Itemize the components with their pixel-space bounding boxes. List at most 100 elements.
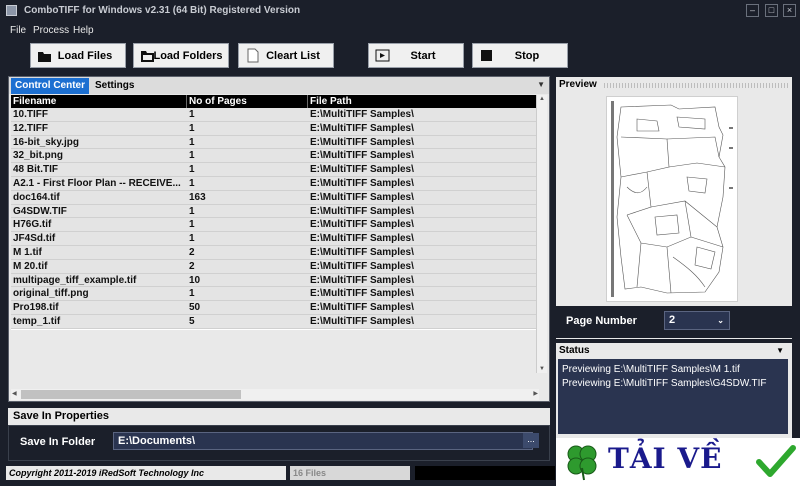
status-panel: Status ▼ Previewing E:\MultiTIFF Samples…	[556, 343, 792, 438]
start-label: Start	[410, 49, 436, 62]
watermark-text: TẢI VỀ	[608, 442, 723, 475]
cell-filename: multipage_tiff_example.tif	[13, 274, 137, 286]
cell-path: E:\MultiTIFF Samples\	[310, 233, 414, 245]
cell-filename: original_tiff.png	[13, 288, 89, 300]
column-path[interactable]: File Path	[308, 95, 539, 108]
menu-process[interactable]: Process	[33, 25, 69, 36]
stop-label: Stop	[514, 49, 540, 62]
cell-path: E:\MultiTIFF Samples\	[310, 178, 414, 189]
page-number-bar: Page Number 2 ⌄	[556, 306, 792, 338]
checkmark-icon	[756, 445, 796, 477]
cell-filename: doc164.tif	[13, 191, 60, 203]
browse-button[interactable]: ...	[523, 433, 539, 448]
table-row[interactable]: 12.TIFF 1 E:\MultiTIFF Samples\	[11, 121, 539, 136]
table-row[interactable]: 48 Bit.TIF 1 E:\MultiTIFF Samples\	[11, 163, 539, 177]
page-number-value: 2	[669, 314, 676, 326]
close-button[interactable]: ×	[783, 4, 796, 17]
load-folders-button[interactable]: Load Folders	[133, 43, 229, 68]
cell-filename: 32_bit.png	[13, 150, 64, 162]
scroll-down-icon[interactable]: ▼	[539, 366, 545, 372]
horizontal-scroll-thumb[interactable]	[21, 390, 241, 399]
preview-image	[606, 96, 738, 302]
table-row[interactable]: H76G.tif 1 E:\MultiTIFF Samples\	[11, 218, 539, 233]
scroll-right-icon[interactable]: ▶	[533, 390, 538, 397]
status-menu-icon[interactable]: ▼	[776, 343, 784, 359]
tab-settings[interactable]: Settings	[91, 78, 138, 94]
cell-pages: 1	[189, 164, 195, 176]
horizontal-scrollbar[interactable]: ◀ ▶	[11, 389, 539, 400]
cell-path: E:\MultiTIFF Samples\	[310, 316, 414, 327]
copyright-text: Copyright 2011-2019 iRedSoft Technology …	[6, 466, 286, 480]
cell-filename: temp_1.tif	[13, 316, 61, 327]
menu-help[interactable]: Help	[73, 25, 94, 36]
document-icon	[247, 48, 259, 63]
table-row[interactable]: JF4Sd.tif 1 E:\MultiTIFF Samples\	[11, 232, 539, 246]
vertical-scrollbar[interactable]: ▲ ▼	[536, 95, 547, 373]
scroll-up-icon[interactable]: ▲	[539, 96, 545, 102]
cell-pages: 5	[189, 316, 195, 327]
stop-button[interactable]: Stop	[472, 43, 568, 68]
status-header: Status ▼	[556, 343, 792, 359]
tab-menu-icon[interactable]: ▼	[537, 80, 545, 89]
cell-filename: Pro198.tif	[13, 302, 59, 314]
folder-open-icon	[141, 51, 154, 62]
status-bar-progress	[415, 466, 555, 480]
cell-path: E:\MultiTIFF Samples\	[310, 109, 414, 120]
table-row[interactable]: 16-bit_sky.jpg 1 E:\MultiTIFF Samples\	[11, 135, 539, 150]
cell-path: E:\MultiTIFF Samples\	[310, 205, 414, 217]
page-number-select[interactable]: 2 ⌄	[664, 311, 730, 330]
table-row[interactable]: 10.TIFF 1 E:\MultiTIFF Samples\	[11, 108, 539, 122]
cell-pages: 1	[189, 122, 195, 134]
save-folder-input[interactable]: E:\Documents\	[113, 432, 533, 450]
cell-pages: 1	[189, 150, 195, 162]
menu-file[interactable]: File	[10, 25, 26, 36]
app-icon	[6, 5, 17, 16]
save-body: Save In Folder E:\Documents\ ...	[8, 425, 550, 461]
cell-filename: 12.TIFF	[13, 122, 49, 134]
tab-strip: Control Center Settings ▼	[9, 77, 549, 94]
cell-pages: 1	[189, 109, 195, 120]
maximize-button[interactable]: □	[765, 4, 778, 17]
clover-icon	[567, 445, 597, 481]
cell-filename: H76G.tif	[13, 219, 52, 231]
cell-path: E:\MultiTIFF Samples\	[310, 164, 414, 176]
table-row[interactable]: doc164.tif 163 E:\MultiTIFF Samples\	[11, 190, 539, 205]
start-button[interactable]: Start	[368, 43, 464, 68]
cell-filename: M 20.tif	[13, 260, 48, 272]
floor-plan-image	[611, 101, 733, 297]
cell-pages: 163	[189, 191, 206, 203]
page-number-label: Page Number	[566, 315, 637, 327]
cell-filename: M 1.tif	[13, 247, 42, 258]
table-row[interactable]: original_tiff.png 1 E:\MultiTIFF Samples\	[11, 287, 539, 302]
cell-pages: 1	[189, 205, 195, 217]
cell-path: E:\MultiTIFF Samples\	[310, 247, 414, 258]
cell-path: E:\MultiTIFF Samples\	[310, 136, 414, 148]
table-row[interactable]: Pro198.tif 50 E:\MultiTIFF Samples\	[11, 301, 539, 315]
tab-control-center[interactable]: Control Center	[11, 78, 89, 94]
cell-filename: 16-bit_sky.jpg	[13, 136, 79, 148]
cell-filename: A2.1 - First Floor Plan -- RECEIVE...	[13, 178, 181, 189]
column-filename[interactable]: Filename	[11, 95, 187, 108]
menu-bar: File Process Help	[0, 22, 800, 39]
stop-icon	[481, 50, 492, 61]
table-row[interactable]: temp_1.tif 5 E:\MultiTIFF Samples\	[11, 315, 539, 329]
table-row[interactable]: G4SDW.TIF 1 E:\MultiTIFF Samples\	[11, 204, 539, 219]
cell-path: E:\MultiTIFF Samples\	[310, 191, 414, 203]
scroll-left-icon[interactable]: ◀	[12, 390, 17, 397]
minimize-button[interactable]: –	[746, 4, 759, 17]
cell-path: E:\MultiTIFF Samples\	[310, 302, 414, 314]
cell-path: E:\MultiTIFF Samples\	[310, 274, 414, 286]
table-row[interactable]: 32_bit.png 1 E:\MultiTIFF Samples\	[11, 149, 539, 164]
title-bar: ComboTIFF for Windows v2.31 (64 Bit) Reg…	[0, 0, 800, 22]
table-row[interactable]: M 20.tif 2 E:\MultiTIFF Samples\	[11, 259, 539, 274]
table-row[interactable]: M 1.tif 2 E:\MultiTIFF Samples\	[11, 246, 539, 260]
column-pages[interactable]: No of Pages	[187, 95, 308, 108]
cell-path: E:\MultiTIFF Samples\	[310, 219, 414, 231]
file-list-panel: Control Center Settings ▼ Filename No of…	[8, 76, 550, 402]
table-row[interactable]: A2.1 - First Floor Plan -- RECEIVE... 1 E:…	[11, 177, 539, 191]
table-row[interactable]: multipage_tiff_example.tif 10 E:\MultiTIFF…	[11, 273, 539, 288]
load-files-button[interactable]: Load Files	[30, 43, 126, 68]
file-count: 16 Files	[290, 466, 410, 480]
clear-list-button[interactable]: Cleart List	[238, 43, 334, 68]
clear-list-label: Cleart List	[266, 49, 320, 62]
